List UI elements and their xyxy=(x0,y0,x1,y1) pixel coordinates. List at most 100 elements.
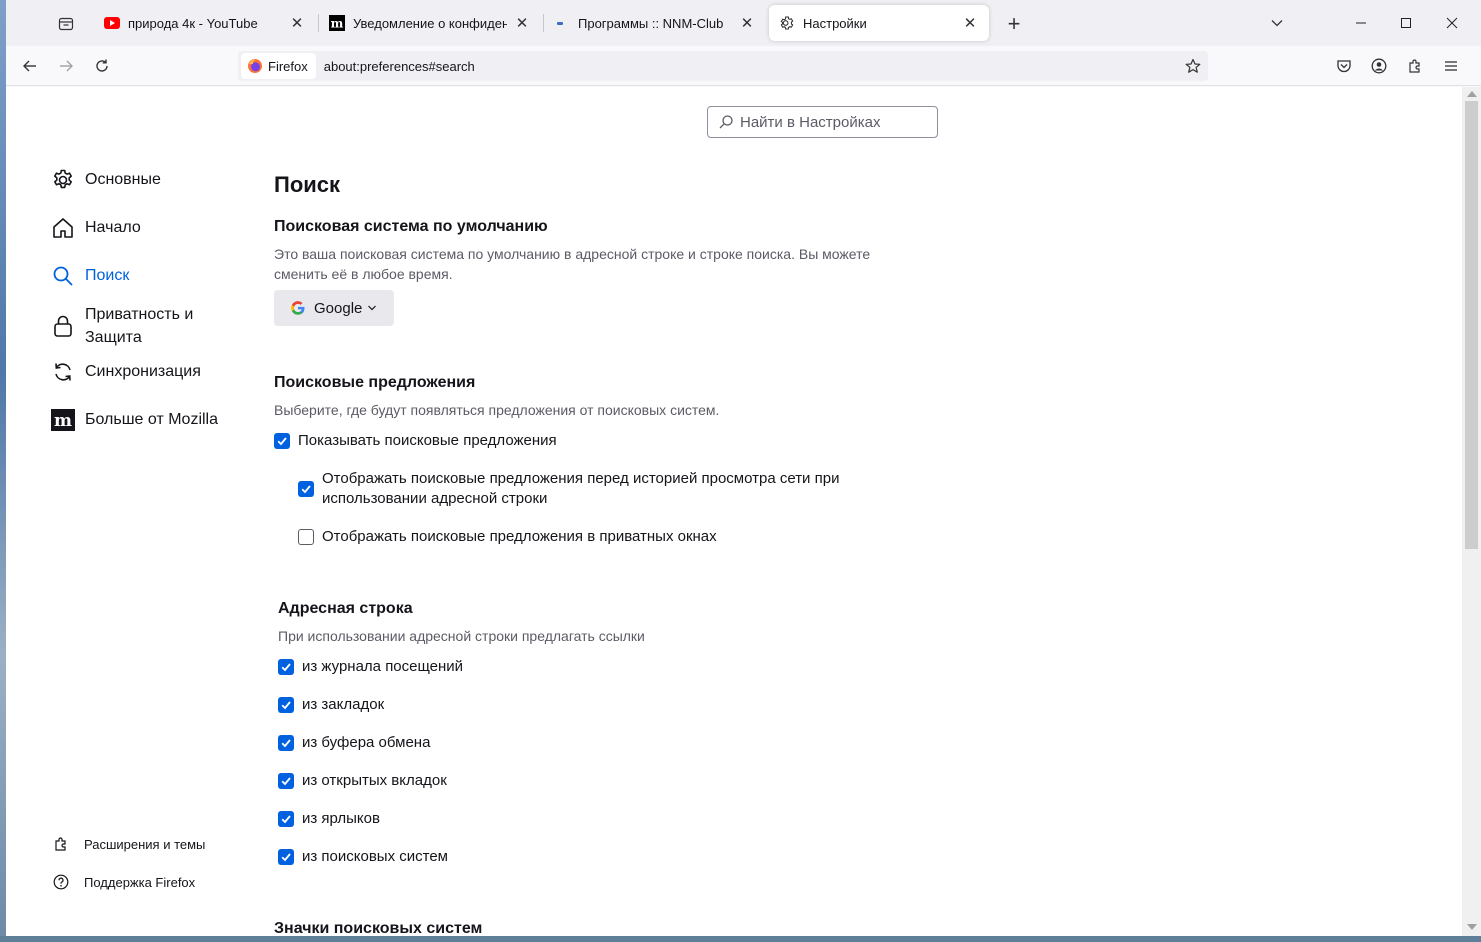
option-label-line: Отображать поисковые предложения перед и… xyxy=(322,470,840,487)
puzzle-icon xyxy=(52,835,70,853)
account-icon xyxy=(1371,58,1387,74)
search-preferences-input[interactable]: Найти в Настройках xyxy=(707,106,938,138)
support-link[interactable]: Поддержка Firefox xyxy=(52,873,195,891)
address-bar-option-shortcuts[interactable]: из ярлыков xyxy=(278,809,380,829)
mozilla-icon: m xyxy=(50,407,76,433)
address-bar-option-open-tabs[interactable]: из открытых вкладок xyxy=(278,771,447,791)
pocket-button[interactable] xyxy=(1329,52,1359,80)
category-home[interactable]: Начало xyxy=(50,215,141,241)
extensions-button[interactable] xyxy=(1400,52,1430,80)
hamburger-menu-icon xyxy=(1445,61,1457,71)
category-sync[interactable]: Синхронизация xyxy=(50,359,201,385)
star-icon xyxy=(1185,58,1201,73)
suggestions-before-history-option[interactable]: Отображать поисковые предложения перед и… xyxy=(298,469,839,509)
search-placeholder: Найти в Настройках xyxy=(740,113,881,131)
category-general[interactable]: Основные xyxy=(50,167,161,193)
option-label: из журнала посещений xyxy=(302,658,464,675)
puzzle-icon xyxy=(1409,59,1420,73)
option-label: из открытых вкладок xyxy=(302,772,447,789)
tab-mozilla-privacy[interactable]: m Уведомление о конфиденциа ✕ xyxy=(318,5,541,41)
checkbox-checked[interactable] xyxy=(278,811,294,827)
identity-box[interactable]: Firefox xyxy=(241,53,316,79)
default-engine-description: Это ваша поисковая система по умолчанию … xyxy=(274,244,870,284)
back-button[interactable] xyxy=(15,52,45,80)
help-icon xyxy=(52,873,70,891)
plus-icon: + xyxy=(1007,11,1021,36)
address-bar[interactable]: Firefox about:preferences#search xyxy=(238,51,1208,81)
addons-link[interactable]: Расширения и темы xyxy=(52,835,205,853)
category-label: Начало xyxy=(85,219,141,236)
app-menu-button[interactable] xyxy=(1436,52,1466,80)
tab-nnm-club[interactable]: Программы :: NNM-Club ✕ xyxy=(543,5,766,41)
tab-strip: природа 4к - YouTube ✕ m Уведомление о к… xyxy=(6,0,1481,46)
private-suggestions-option[interactable]: Отображать поисковые предложения в прива… xyxy=(298,527,717,547)
close-tab-icon[interactable]: ✕ xyxy=(513,14,531,32)
list-all-tabs-button[interactable] xyxy=(1262,8,1292,38)
page-title: Поиск xyxy=(274,172,341,197)
tab-youtube[interactable]: природа 4к - YouTube ✕ xyxy=(94,5,316,41)
close-tab-icon[interactable]: ✕ xyxy=(961,14,979,32)
address-bar-option-engines[interactable]: из поисковых систем xyxy=(278,847,448,867)
category-more-from-mozilla[interactable]: m Больше от Mozilla xyxy=(50,407,218,433)
tab-title: Программы :: NNM-Club xyxy=(578,15,724,31)
address-bar-option-history[interactable]: из журнала посещений xyxy=(278,657,463,677)
address-bar-option-clipboard[interactable]: из буфера обмена xyxy=(278,733,430,753)
bookmark-star-button[interactable] xyxy=(1180,53,1206,79)
account-button[interactable] xyxy=(1364,52,1394,80)
youtube-icon xyxy=(104,15,120,31)
option-label: из закладок xyxy=(302,696,385,713)
lock-icon xyxy=(50,313,76,339)
default-engine-heading: Поисковая система по умолчанию xyxy=(274,218,548,235)
close-tab-icon[interactable]: ✕ xyxy=(288,14,306,32)
google-icon xyxy=(291,301,305,315)
new-tab-button[interactable]: + xyxy=(1001,11,1027,37)
checkbox-unchecked[interactable] xyxy=(298,529,314,545)
firefox-icon xyxy=(248,59,262,73)
checkbox-checked[interactable] xyxy=(278,735,294,751)
option-label: Показывать поисковые предложения xyxy=(298,432,557,449)
checkbox-checked[interactable] xyxy=(278,773,294,789)
category-label: Основные xyxy=(85,171,161,188)
maximize-button[interactable] xyxy=(1391,8,1421,38)
firefox-view-button[interactable] xyxy=(52,11,80,37)
category-label-line: Защита xyxy=(85,329,142,346)
description-line: Это ваша поисковая система по умолчанию … xyxy=(274,246,871,262)
category-search[interactable]: Поиск xyxy=(50,263,129,289)
selected-engine: Google xyxy=(314,299,363,317)
suggestions-heading: Поисковые предложения xyxy=(274,374,476,391)
desktop-taskbar-edge xyxy=(0,936,1481,942)
close-window-button[interactable] xyxy=(1437,8,1467,38)
checkbox-checked[interactable] xyxy=(278,849,294,865)
scroll-down-arrow[interactable] xyxy=(1467,924,1477,930)
suggestions-description: Выберите, где будут появляться предложен… xyxy=(274,402,720,418)
url-text[interactable]: about:preferences#search xyxy=(324,59,475,74)
firefox-view-icon xyxy=(58,17,74,31)
svg-text:m: m xyxy=(54,411,72,431)
checkbox-checked[interactable] xyxy=(298,481,314,497)
scroll-up-arrow[interactable] xyxy=(1467,91,1477,97)
identity-label: Firefox xyxy=(268,58,308,74)
page-scrollbar[interactable] xyxy=(1462,87,1481,936)
checkbox-checked[interactable] xyxy=(278,659,294,675)
close-tab-icon[interactable]: ✕ xyxy=(738,14,756,32)
nnm-icon xyxy=(554,15,570,31)
show-suggestions-option[interactable]: Показывать поисковые предложения xyxy=(274,431,557,451)
tab-settings[interactable]: Настройки ✕ xyxy=(769,5,989,41)
arrow-left-icon xyxy=(23,60,36,72)
reload-icon xyxy=(96,59,108,72)
reload-button[interactable] xyxy=(87,52,117,80)
default-engine-dropdown[interactable]: Google xyxy=(274,290,394,326)
tab-title: природа 4к - YouTube xyxy=(128,15,258,31)
checkbox-checked[interactable] xyxy=(278,697,294,713)
scroll-thumb[interactable] xyxy=(1465,101,1478,549)
minimize-button[interactable] xyxy=(1346,8,1376,38)
checkbox-checked[interactable] xyxy=(274,433,290,449)
forward-button[interactable] xyxy=(51,52,81,80)
address-bar-option-bookmarks[interactable]: из закладок xyxy=(278,695,384,715)
option-label: Отображать поисковые предложения перед и… xyxy=(322,469,839,509)
maximize-icon xyxy=(1401,18,1411,28)
search-icon xyxy=(719,115,733,129)
sync-icon xyxy=(50,359,76,385)
category-privacy[interactable]: Приватность и Защита xyxy=(50,303,193,349)
category-label: Больше от Mozilla xyxy=(85,411,219,428)
